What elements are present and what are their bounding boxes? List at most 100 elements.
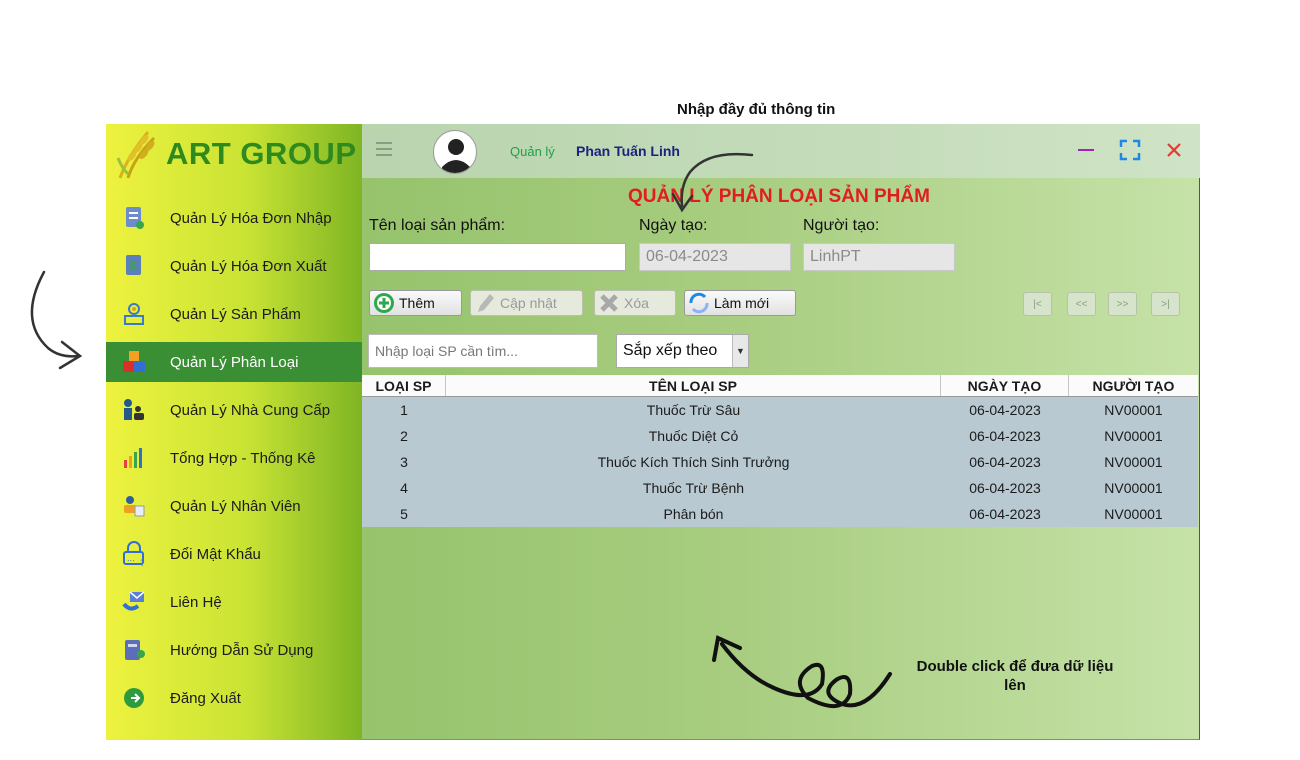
created-date-field: 06-04-2023 [639, 243, 791, 271]
sidebar-item-label: Quản Lý Nhân Viên [170, 497, 301, 515]
sidebar-item-user-guide[interactable]: Hướng Dẫn Sử Dụng [106, 630, 362, 670]
manual-book-icon [120, 636, 148, 664]
table-cell: 06-04-2023 [969, 506, 1041, 522]
sidebar-item-label: Đổi Mật Khẩu [170, 545, 261, 563]
sidebar-item-label: Đăng Xuất [170, 689, 241, 707]
bar-chart-icon [120, 444, 148, 472]
column-header[interactable]: LOẠI SP [362, 375, 446, 396]
table-cell: 4 [400, 480, 408, 496]
sidebar-item-logout[interactable]: Đăng Xuất [106, 678, 362, 718]
lock-password-icon: ...? [120, 540, 148, 568]
import-invoice-icon [120, 204, 148, 232]
creator-field: LinhPT [803, 243, 955, 271]
top-bar: Quản lý Phan Tuấn Linh [362, 124, 1200, 178]
svg-text:...: ... [127, 554, 135, 563]
pencil-icon [473, 291, 497, 315]
table-header: LOẠI SP TÊN LOẠI SP NGÀY TẠO NGƯỜI TẠO [362, 375, 1198, 397]
add-button-label: Thêm [399, 295, 435, 311]
sidebar-item-label: Quản Lý Phân Loại [170, 353, 299, 371]
employee-card-icon [120, 492, 148, 520]
sidebar-item-label: Quản Lý Hóa Đơn Xuất [170, 257, 327, 275]
double-click-annotation: Double click để đưa dữ liệu lên [916, 658, 1114, 694]
rice-plant-icon [116, 131, 156, 179]
column-header[interactable]: NGÀY TẠO [941, 375, 1069, 396]
table-cell: 06-04-2023 [969, 454, 1041, 470]
column-header[interactable]: NGƯỜI TẠO [1069, 375, 1198, 396]
sidebar-item-employee[interactable]: Quản Lý Nhân Viên [106, 486, 362, 526]
table-cell: 06-04-2023 [969, 402, 1041, 418]
creator-label: Người tạo: [803, 217, 880, 234]
sidebar-item-product[interactable]: Quản Lý Sản Phẩm [106, 294, 362, 334]
table-row[interactable]: 3 Thuốc Kích Thích Sinh Trưởng 06-04-202… [362, 449, 1198, 475]
table-cell: 2 [400, 428, 408, 444]
user-avatar-icon [433, 130, 477, 174]
sort-dropdown[interactable]: Sắp xếp theo ▼ [616, 334, 749, 368]
category-name-label: Tên loại sản phẩm: [369, 217, 506, 234]
user-name: Phan Tuấn Linh [576, 143, 680, 159]
table-cell: Thuốc Trừ Sâu [646, 402, 741, 418]
first-page-button[interactable]: |< [1023, 292, 1052, 316]
sidebar-item-statistics[interactable]: Tổng Hợp - Thống Kê [106, 438, 362, 478]
table-cell: NV00001 [1104, 402, 1163, 418]
top-annotation: Nhập đầy đủ thông tin [677, 101, 836, 118]
refresh-icon [687, 291, 711, 315]
category-blocks-icon [120, 348, 148, 376]
sidebar-item-change-password[interactable]: ...? Đổi Mật Khẩu [106, 534, 362, 574]
sidebar-item-export-invoice[interactable]: $ Quản Lý Hóa Đơn Xuất [106, 246, 362, 286]
sort-dropdown-label: Sắp xếp theo [623, 342, 718, 359]
table-cell: NV00001 [1104, 480, 1163, 496]
sidebar-item-contact[interactable]: Liên Hệ [106, 582, 362, 622]
product-gear-icon [120, 300, 148, 328]
table-cell: 3 [400, 454, 408, 470]
dropdown-arrow-icon: ▼ [732, 335, 748, 367]
table-row[interactable]: 5 Phân bón 06-04-2023 NV00001 [362, 501, 1198, 527]
table-row[interactable]: 4 Thuốc Trừ Bệnh 06-04-2023 NV00001 [362, 475, 1198, 501]
contact-mail-icon [120, 588, 148, 616]
table-cell: Thuốc Trừ Bệnh [642, 480, 745, 496]
column-header[interactable]: TÊN LOẠI SP [446, 375, 941, 396]
logout-icon [120, 684, 148, 712]
sidebar-item-label: Tổng Hợp - Thống Kê [170, 449, 316, 467]
supplier-people-icon [120, 396, 148, 424]
table-row[interactable]: 1 Thuốc Trừ Sâu 06-04-2023 NV00001 [362, 397, 1198, 423]
minimize-icon[interactable] [1072, 136, 1100, 164]
refresh-button-label: Làm mới [714, 295, 770, 311]
next-page-button[interactable]: >> [1108, 292, 1137, 316]
prev-page-button[interactable]: << [1067, 292, 1096, 316]
sidebar-item-supplier[interactable]: Quản Lý Nhà Cung Cấp [106, 390, 362, 430]
sidebar: ART GROUP Quản Lý Hóa Đơn Nhập $ Quản Lý… [106, 124, 362, 740]
add-button[interactable]: Thêm [369, 290, 462, 316]
svg-text:$: $ [129, 259, 137, 273]
table-cell: NV00001 [1104, 506, 1163, 522]
sidebar-item-label: Liên Hệ [170, 593, 222, 611]
table-cell: Thuốc Kích Thích Sinh Trưởng [597, 454, 790, 470]
update-button[interactable]: Cập nhật [470, 290, 583, 316]
table-cell: 06-04-2023 [969, 480, 1041, 496]
search-input[interactable]: Nhập loại SP cần tìm... [368, 334, 598, 368]
table-cell: NV00001 [1104, 428, 1163, 444]
close-icon[interactable] [1160, 136, 1188, 164]
refresh-button[interactable]: Làm mới [684, 290, 796, 316]
brand-name: ART GROUP [166, 136, 357, 171]
page-title: QUẢN LÝ PHÂN LOẠI SẢN PHẨM [628, 186, 930, 207]
svg-text:?: ? [140, 559, 145, 567]
maximize-icon[interactable] [1116, 136, 1144, 164]
main-panel: Quản lý Phan Tuấn Linh QUẢN LÝ PHÂN LOẠI… [362, 124, 1200, 740]
last-page-button[interactable]: >| [1151, 292, 1180, 316]
table-cell: Phân bón [663, 506, 724, 522]
sidebar-item-category[interactable]: Quản Lý Phân Loại [106, 342, 362, 382]
sidebar-item-label: Quản Lý Sản Phẩm [170, 305, 301, 323]
table-cell: 06-04-2023 [969, 428, 1041, 444]
category-name-input[interactable] [369, 243, 626, 271]
left-curved-arrow-icon [30, 270, 83, 370]
delete-x-icon [597, 291, 621, 315]
table-cell: 5 [400, 506, 408, 522]
sidebar-item-import-invoice[interactable]: Quản Lý Hóa Đơn Nhập [106, 198, 362, 238]
table-row[interactable]: 2 Thuốc Diệt Cỏ 06-04-2023 NV00001 [362, 423, 1198, 449]
delete-button[interactable]: Xóa [594, 290, 676, 316]
hamburger-menu-icon[interactable] [376, 142, 392, 156]
sidebar-item-label: Quản Lý Nhà Cung Cấp [170, 401, 331, 419]
sidebar-item-label: Hướng Dẫn Sử Dụng [170, 641, 314, 659]
table-cell: NV00001 [1104, 454, 1163, 470]
table-cell: Thuốc Diệt Cỏ [648, 428, 739, 444]
